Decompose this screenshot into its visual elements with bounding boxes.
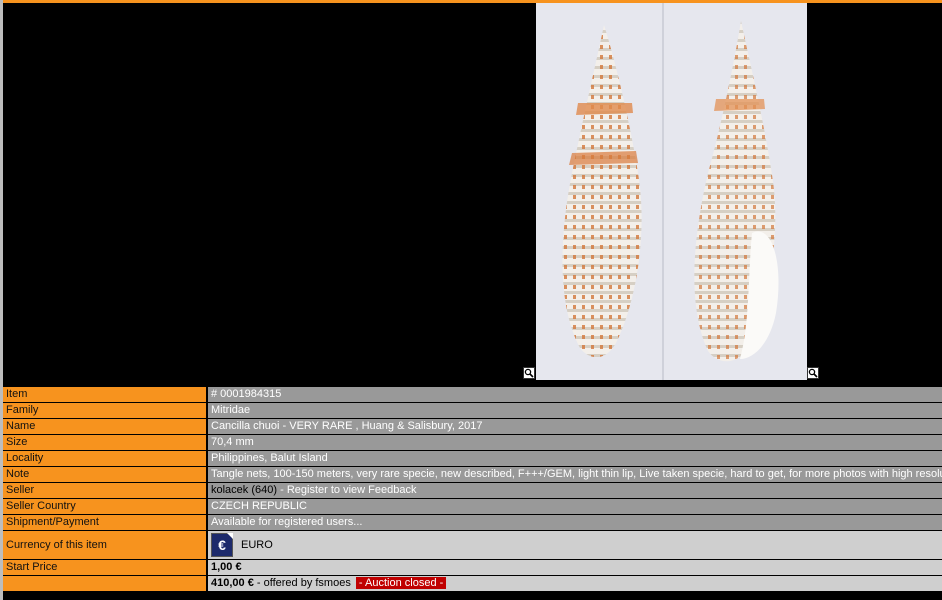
label-locality: Locality (3, 451, 208, 466)
label-start-price: Start Price (3, 560, 208, 575)
row-seller-country: Seller Country CZECH REPUBLIC (3, 499, 942, 514)
photo-divider (662, 3, 664, 380)
row-start-price: Start Price 1,00 € (3, 560, 942, 575)
row-locality: Locality Philippines, Balut Island (3, 451, 942, 466)
value-current-bid: 410,00 € - offered by fsmoes - Auction c… (208, 576, 942, 591)
value-note: Tangle nets, 100-150 meters, very rare s… (208, 467, 942, 482)
label-seller: Seller (3, 483, 208, 498)
bid-amount: 410,00 € (211, 577, 254, 589)
row-name: Name Cancilla chuoi - VERY RARE , Huang … (3, 419, 942, 434)
start-price-amount: 1,00 € (211, 561, 242, 573)
label-note: Note (3, 467, 208, 482)
euro-icon: € (211, 533, 233, 557)
shell-photo-drawing (562, 21, 779, 362)
zoom-right-icon[interactable] (807, 367, 819, 379)
value-family: Mitridae (208, 403, 942, 418)
row-item: Item # 0001984315 (3, 387, 942, 402)
seller-rating: (640) (251, 484, 278, 496)
row-size: Size 70,4 mm (3, 435, 942, 450)
value-locality: Philippines, Balut Island (208, 451, 942, 466)
value-seller-country: CZECH REPUBLIC (208, 499, 942, 514)
item-details-table: Item # 0001984315 Family Mitridae Name C… (3, 386, 942, 592)
feedback-link[interactable]: - Register to view Feedback (277, 484, 416, 496)
value-start-price: 1,00 € (208, 560, 942, 575)
value-currency: € EURO (208, 531, 942, 559)
row-shipment: Shipment/Payment Available for registere… (3, 515, 942, 530)
label-seller-country: Seller Country (3, 499, 208, 514)
label-item: Item (3, 387, 208, 402)
label-size: Size (3, 435, 208, 450)
auction-closed-badge: - Auction closed - (355, 577, 447, 589)
row-family: Family Mitridae (3, 403, 942, 418)
label-current-bid (3, 576, 208, 591)
seller-name-link[interactable]: kolacek (211, 484, 248, 496)
label-name: Name (3, 419, 208, 434)
value-seller: kolacek (640) - Register to view Feedbac… (208, 483, 942, 498)
label-currency: Currency of this item (3, 531, 208, 559)
row-seller: Seller kolacek (640) - Register to view … (3, 483, 942, 498)
label-shipment: Shipment/Payment (3, 515, 208, 530)
row-currency: Currency of this item € EURO (3, 531, 942, 559)
value-name: Cancilla chuoi - VERY RARE , Huang & Sal… (208, 419, 942, 434)
row-current-bid: 410,00 € - offered by fsmoes - Auction c… (3, 576, 942, 591)
currency-name: EURO (241, 538, 273, 551)
offered-by: - offered by fsmoes (253, 577, 354, 589)
shell-photo[interactable] (536, 3, 807, 380)
label-family: Family (3, 403, 208, 418)
value-item: # 0001984315 (208, 387, 942, 402)
zoom-left-icon[interactable] (523, 367, 535, 379)
row-note: Note Tangle nets, 100-150 meters, very r… (3, 467, 942, 482)
value-shipment: Available for registered users... (208, 515, 942, 530)
value-size: 70,4 mm (208, 435, 942, 450)
